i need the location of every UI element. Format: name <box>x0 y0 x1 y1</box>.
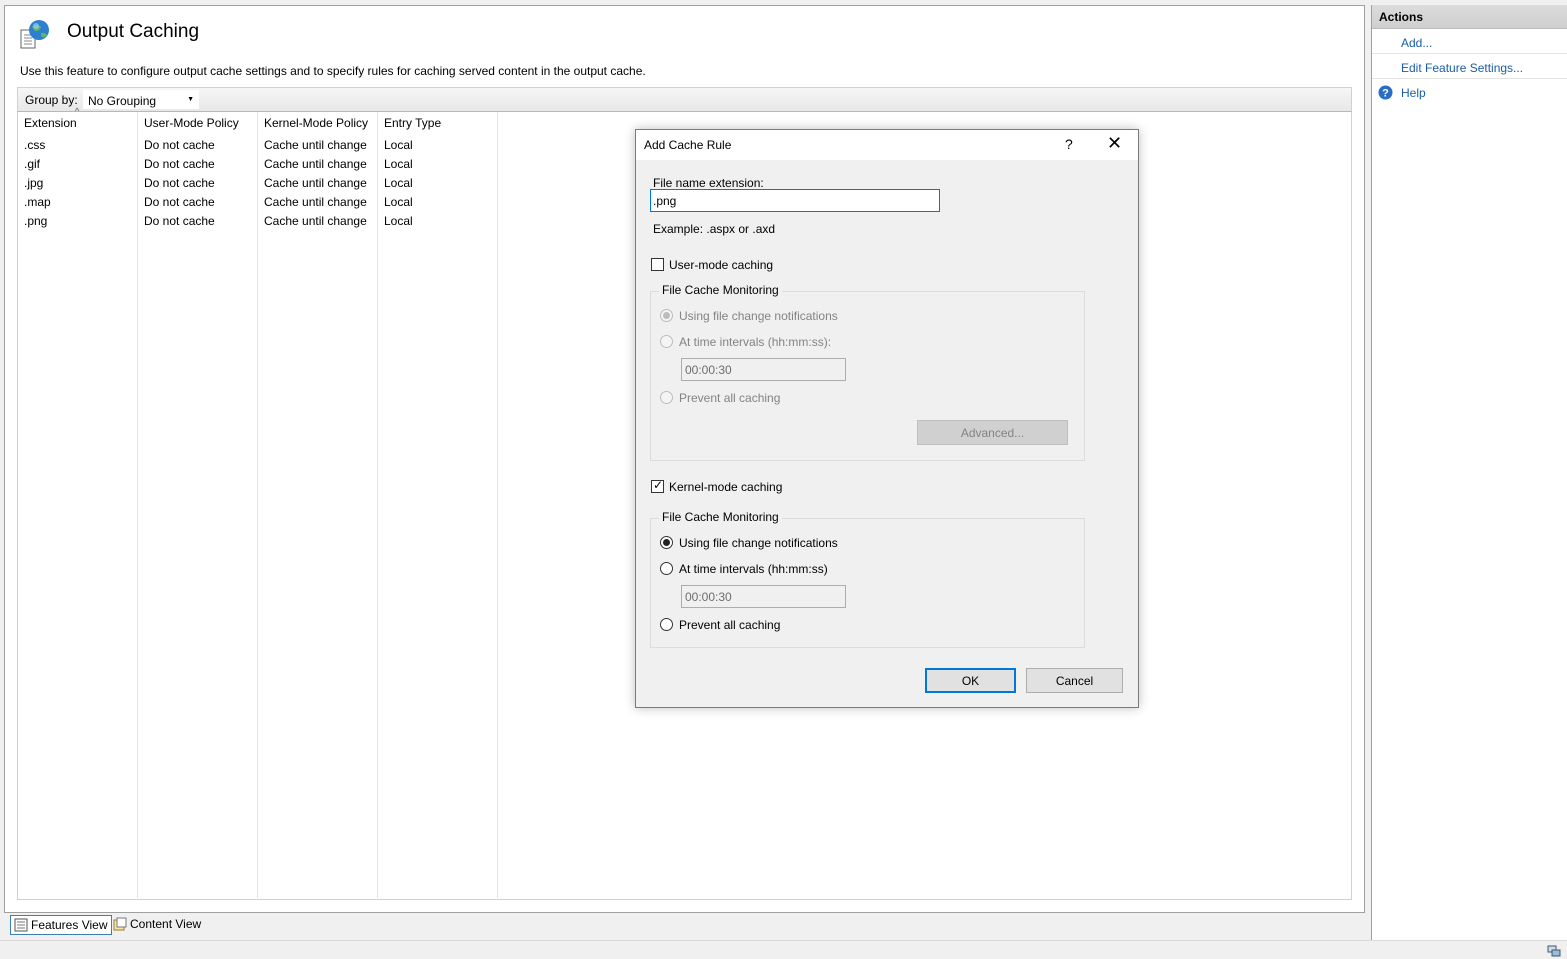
table-cell[interactable]: Do not cache <box>144 157 215 171</box>
tab-features-view[interactable]: Features View <box>10 915 113 935</box>
table-cell[interactable]: Local <box>384 214 413 228</box>
column-kernel-mode-policy: Kernel-Mode Policy Cache until change Ca… <box>258 112 378 898</box>
column-header-extension[interactable]: Extension <box>24 116 77 130</box>
groupby-value: No Grouping <box>88 94 157 108</box>
user-mode-checkbox[interactable] <box>651 258 664 271</box>
globe-document-icon <box>20 20 49 49</box>
actions-header: Actions <box>1372 5 1567 29</box>
user-notifications-label: Using file change notifications <box>679 309 838 323</box>
user-interval-input[interactable]: 00:00:30 <box>681 358 846 381</box>
user-notifications-radio[interactable] <box>660 309 673 322</box>
table-cell[interactable]: Do not cache <box>144 138 215 152</box>
table-cell[interactable]: Local <box>384 176 413 190</box>
table-cell[interactable]: .png <box>24 214 47 228</box>
advanced-button[interactable]: Advanced... <box>917 420 1068 445</box>
user-intervals-radio[interactable] <box>660 335 673 348</box>
column-header-entry-type[interactable]: Entry Type <box>384 116 441 130</box>
table-cell[interactable]: Cache until change <box>264 157 367 171</box>
close-icon[interactable]: ✕ <box>1107 134 1122 152</box>
feature-description: Use this feature to configure output cac… <box>20 64 646 78</box>
extension-example: Example: .aspx or .axd <box>653 222 776 236</box>
column-extension: ^ Extension .css .gif .jpg .map .png <box>18 106 138 898</box>
groupby-toolbar: Group by: No Grouping ▼ <box>17 87 1352 112</box>
chevron-down-icon: ▼ <box>187 96 194 103</box>
kernel-intervals-radio[interactable] <box>660 562 673 575</box>
user-mode-monitoring-group: File Cache Monitoring Using file change … <box>650 283 1085 461</box>
page-title: Output Caching <box>67 21 200 42</box>
add-cache-rule-dialog: Add Cache Rule ? ✕ File name extension: … <box>635 129 1139 708</box>
content-view-icon <box>113 917 127 931</box>
table-cell[interactable]: Cache until change <box>264 214 367 228</box>
table-cell[interactable]: Do not cache <box>144 176 215 190</box>
kernel-mode-monitoring-group: File Cache Monitoring Using file change … <box>650 510 1085 648</box>
table-cell[interactable]: Cache until change <box>264 176 367 190</box>
features-view-icon <box>14 918 28 932</box>
tab-label: Features View <box>31 918 108 932</box>
actions-pane: Actions Add... Edit Feature Settings... … <box>1371 5 1567 940</box>
groupby-label: Group by: <box>25 93 78 107</box>
kernel-notifications-label: Using file change notifications <box>679 536 838 550</box>
kernel-prevent-label: Prevent all caching <box>679 618 781 632</box>
cancel-button[interactable]: Cancel <box>1026 668 1123 693</box>
tab-label: Content View <box>130 917 202 931</box>
table-cell[interactable]: Local <box>384 138 413 152</box>
user-prevent-radio[interactable] <box>660 391 673 404</box>
table-cell[interactable]: Do not cache <box>144 195 215 209</box>
table-cell[interactable]: Local <box>384 195 413 209</box>
table-cell[interactable]: .gif <box>24 157 40 171</box>
kernel-mode-label[interactable]: Kernel-mode caching <box>669 480 782 494</box>
extension-label: File name extension: <box>653 176 764 190</box>
action-edit-feature-settings-link[interactable]: Edit Feature Settings... <box>1372 55 1567 79</box>
table-cell[interactable]: Cache until change <box>264 195 367 209</box>
table-cell[interactable]: .jpg <box>24 176 43 190</box>
kernel-notifications-radio[interactable] <box>660 536 673 549</box>
groupby-select[interactable]: No Grouping ▼ <box>83 90 199 109</box>
svg-text:?: ? <box>1382 88 1389 100</box>
network-status-icon <box>1547 945 1561 957</box>
table-cell[interactable]: Local <box>384 157 413 171</box>
help-icon: ? <box>1378 85 1393 100</box>
groupbox-title: File Cache Monitoring <box>659 283 782 297</box>
table-cell[interactable]: .map <box>24 195 51 209</box>
dialog-title: Add Cache Rule <box>644 138 732 152</box>
help-label: Help <box>1401 86 1426 100</box>
ok-button[interactable]: OK <box>925 668 1016 693</box>
column-header-kernel-mode[interactable]: Kernel-Mode Policy <box>264 116 368 130</box>
dialog-titlebar: Add Cache Rule ? ✕ <box>636 130 1138 160</box>
kernel-intervals-label: At time intervals (hh:mm:ss) <box>679 562 828 576</box>
table-cell[interactable]: Cache until change <box>264 138 367 152</box>
tab-content-view[interactable]: Content View <box>110 915 205 935</box>
column-entry-type: Entry Type Local Local Local Local Local <box>378 112 498 898</box>
action-add-link[interactable]: Add... <box>1372 30 1567 54</box>
sort-up-icon: ^ <box>75 106 80 116</box>
help-button[interactable]: ? <box>1065 136 1073 152</box>
checkmark-icon: ✓ <box>653 478 664 492</box>
column-header-user-mode[interactable]: User-Mode Policy <box>144 116 239 130</box>
extension-input[interactable] <box>650 189 940 212</box>
user-prevent-label: Prevent all caching <box>679 391 781 405</box>
kernel-mode-checkbox[interactable]: ✓ <box>651 478 664 493</box>
table-cell[interactable]: Do not cache <box>144 214 215 228</box>
user-mode-label[interactable]: User-mode caching <box>669 258 773 272</box>
action-help-link[interactable]: ? Help <box>1372 80 1567 104</box>
kernel-prevent-radio[interactable] <box>660 618 673 631</box>
column-user-mode-policy: User-Mode Policy Do not cache Do not cac… <box>138 112 258 898</box>
groupbox-title: File Cache Monitoring <box>659 510 782 524</box>
status-bar <box>0 940 1567 959</box>
table-cell[interactable]: .css <box>24 138 45 152</box>
kernel-interval-input[interactable]: 00:00:30 <box>681 585 846 608</box>
user-intervals-label: At time intervals (hh:mm:ss): <box>679 335 832 349</box>
